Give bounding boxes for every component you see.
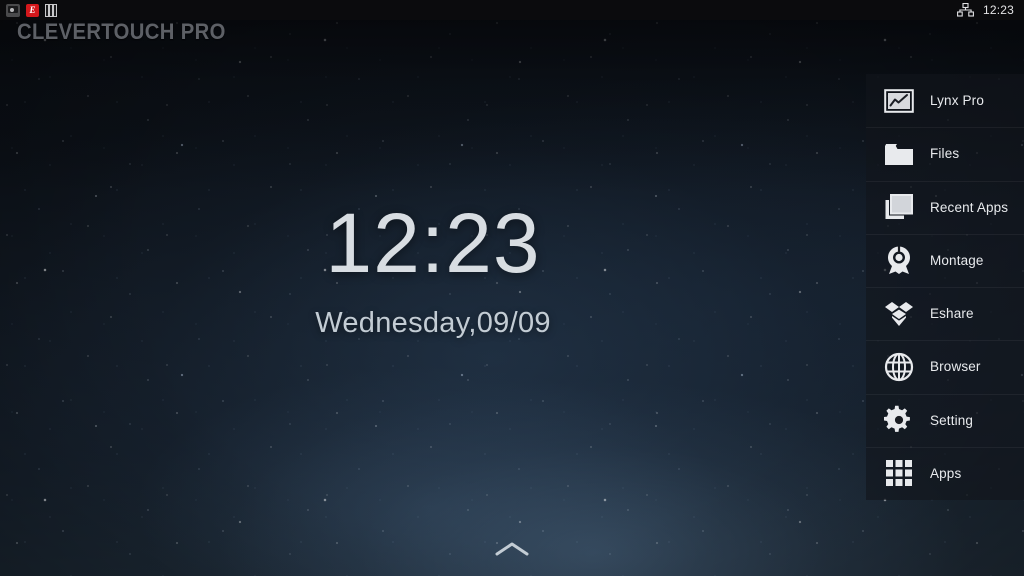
status-bar-clock: 12:23: [982, 3, 1014, 17]
stacked-windows-icon: [882, 190, 916, 224]
clock-widget: 12:23 Wednesday,09/09: [0, 0, 866, 576]
screenshot-icon[interactable]: [6, 3, 20, 17]
gear-icon: [882, 403, 916, 437]
diamond-stack-icon: [882, 297, 916, 331]
sidebar-item-label: Montage: [930, 252, 984, 268]
sidebar-item-label: Browser: [930, 359, 981, 375]
bars-icon[interactable]: [45, 3, 57, 17]
status-bar-left: E: [0, 3, 57, 17]
badge-medal-icon: [882, 243, 916, 277]
sidebar-item-apps[interactable]: Apps: [866, 446, 1024, 500]
sidebar-item-label: Apps: [930, 465, 962, 481]
sidebar-item-files[interactable]: Files: [866, 127, 1024, 180]
status-bar: E 12:23: [0, 0, 1024, 20]
home-screen: E 12:23 CLEVERTOUCH PRO 12:23 Wednesday,…: [0, 0, 1024, 576]
eshare-icon[interactable]: E: [26, 3, 39, 17]
sidebar-item-label: Recent Apps: [930, 199, 1009, 215]
sidebar-item-label: Setting: [930, 412, 974, 428]
sidebar-item-setting[interactable]: Setting: [866, 393, 1024, 447]
sidebar-item-eshare[interactable]: Eshare: [866, 287, 1024, 340]
clock-time: 12:23: [325, 195, 541, 290]
clock-date: Wednesday,09/09: [315, 306, 551, 339]
chart-frame-icon: [882, 84, 916, 118]
sidebar-item-label: Files: [930, 146, 960, 162]
grid-apps-icon: [882, 456, 916, 490]
globe-icon: [882, 350, 916, 384]
chevron-up-icon[interactable]: [494, 541, 530, 557]
pull-up-handle[interactable]: [0, 541, 1024, 557]
ethernet-network-icon[interactable]: [957, 3, 974, 17]
sidebar-item-label: Lynx Pro: [930, 93, 984, 109]
status-bar-right: 12:23: [957, 3, 1024, 17]
sidebar-item-label: Eshare: [930, 306, 974, 322]
sidebar-item-lynx-pro[interactable]: Lynx Pro: [866, 74, 1024, 127]
brand-title: CLEVERTOUCH PRO: [17, 19, 226, 44]
sidebar-item-recent-apps[interactable]: Recent Apps: [866, 180, 1024, 234]
folder-icon: [882, 137, 916, 171]
sidebar-item-montage[interactable]: Montage: [866, 233, 1024, 287]
sidebar-item-browser[interactable]: Browser: [866, 340, 1024, 393]
app-sidebar: Lynx Pro Files Recent Apps Montage Eshar…: [866, 74, 1024, 500]
